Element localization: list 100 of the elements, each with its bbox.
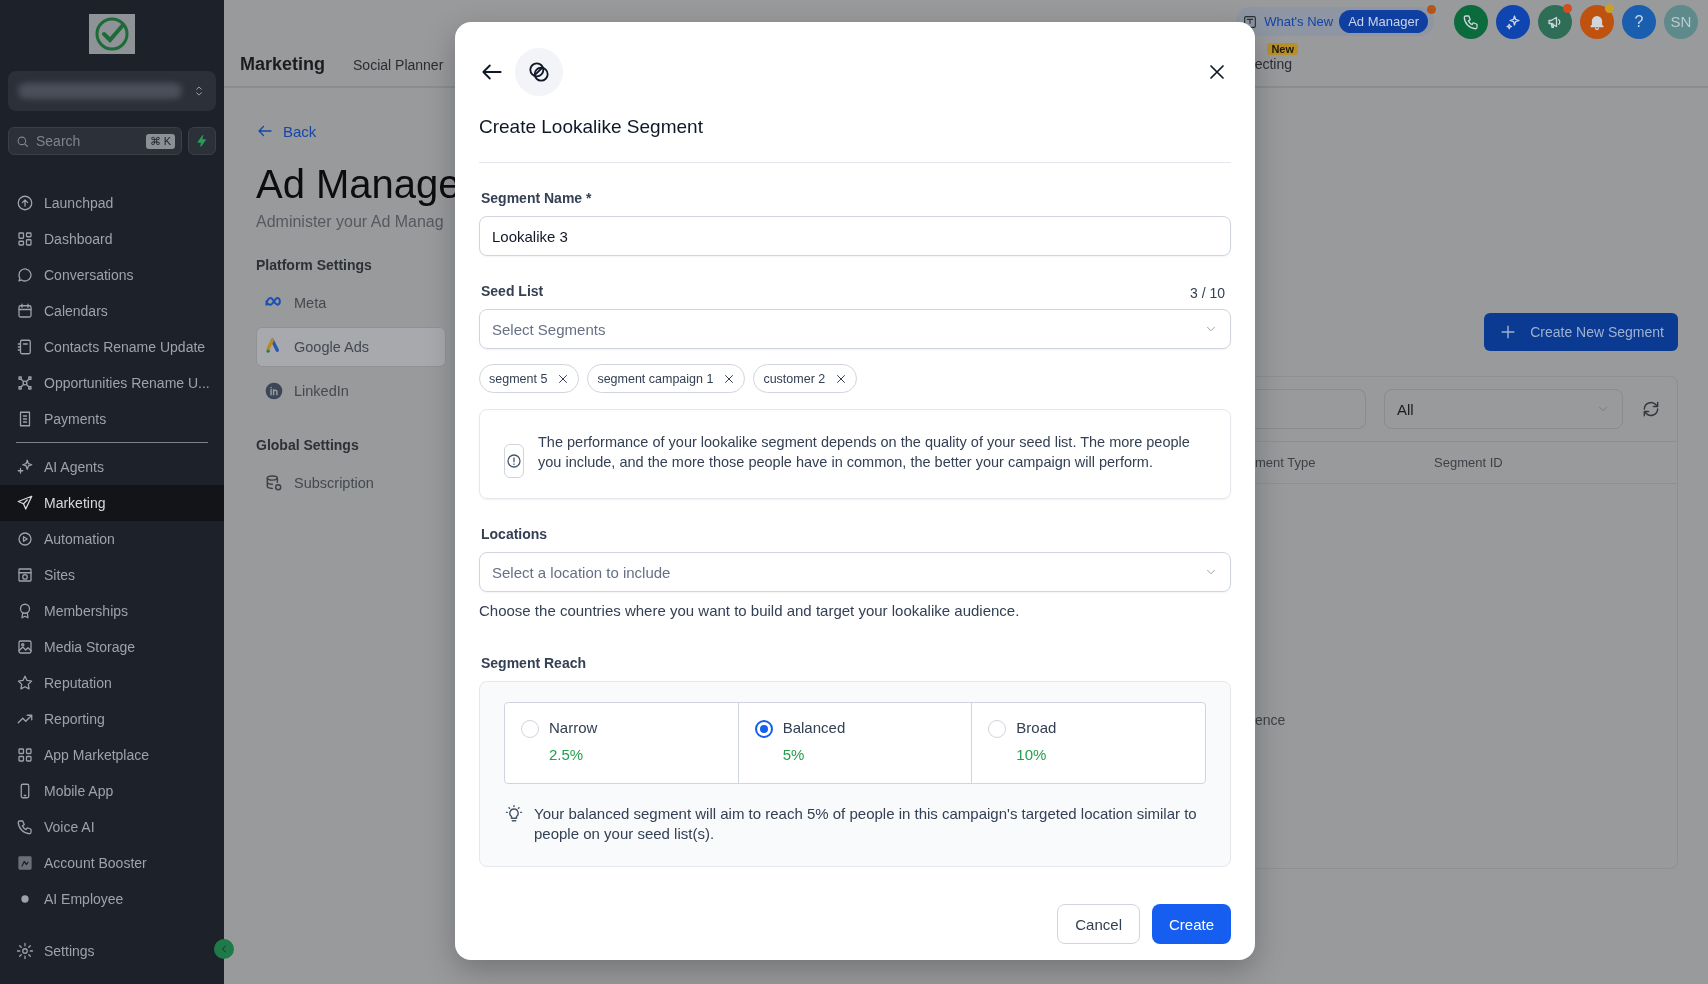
play-circle-icon bbox=[16, 530, 34, 548]
sidebar-item[interactable]: Payments bbox=[0, 401, 224, 437]
cancel-button[interactable]: Cancel bbox=[1057, 904, 1140, 944]
reach-option[interactable]: Balanced 5% bbox=[738, 703, 973, 783]
field-label: Segment Name * bbox=[481, 190, 593, 206]
sidebar-item[interactable]: Launchpad bbox=[0, 185, 224, 221]
sparkle-icon bbox=[1504, 12, 1522, 31]
chat-bubble-icon bbox=[16, 266, 34, 284]
chip-label: segment campaign 1 bbox=[597, 371, 714, 386]
platform-item[interactable]: Meta bbox=[256, 283, 446, 323]
section-title: Global Settings bbox=[256, 437, 360, 453]
light-bulb-icon bbox=[504, 804, 524, 824]
create-button[interactable]: Create bbox=[1151, 904, 1231, 944]
segment-name-field[interactable]: Lookalike 3 bbox=[479, 216, 1231, 256]
page-subtitle: Administer your Ad Manag bbox=[256, 213, 445, 231]
whats-new-pill[interactable]: What's New Ad Manager bbox=[1236, 7, 1434, 36]
sidebar-item[interactable]: Sites bbox=[0, 557, 224, 593]
sidebar-item[interactable]: Media Storage bbox=[0, 629, 224, 665]
sidebar-item[interactable]: Conversations bbox=[0, 257, 224, 293]
app-title: Marketing bbox=[240, 54, 326, 75]
platform-item[interactable]: Subscription bbox=[256, 463, 446, 503]
search-field[interactable]: Search ⌘ K bbox=[8, 127, 182, 155]
grid-icon bbox=[16, 746, 34, 764]
help-button[interactable]: ? bbox=[1622, 4, 1656, 39]
reach-option[interactable]: Broad 10% bbox=[972, 703, 1205, 783]
calendar-icon bbox=[16, 302, 34, 320]
bell-button[interactable] bbox=[1580, 4, 1614, 39]
reach-option[interactable]: Narrow 2.5% bbox=[505, 703, 739, 783]
quick-action-button[interactable] bbox=[188, 127, 216, 155]
chart-icon bbox=[16, 854, 34, 872]
sidebar-item[interactable]: Marketing bbox=[0, 485, 224, 521]
sparkle-icon bbox=[16, 458, 34, 476]
sidebar-item[interactable]: Contacts Rename Update bbox=[0, 329, 224, 365]
phone-button[interactable] bbox=[1454, 4, 1488, 39]
upload-circle-icon bbox=[16, 194, 34, 212]
database-icon bbox=[264, 473, 284, 493]
field-label: Seed List bbox=[481, 283, 544, 299]
refresh-button[interactable] bbox=[1641, 399, 1661, 419]
new-badge: New bbox=[1267, 43, 1298, 55]
sidebar-item[interactable]: Opportunities Rename U... bbox=[0, 365, 224, 401]
sidebar-item[interactable]: App Marketplace bbox=[0, 737, 224, 773]
shortcut-badge: ⌘ K bbox=[145, 133, 175, 149]
option-label: Narrow bbox=[549, 719, 598, 736]
section-title: Platform Settings bbox=[256, 257, 373, 273]
column-header: ment Type bbox=[1255, 455, 1317, 470]
seed-list-select[interactable]: Select Segments bbox=[479, 309, 1231, 349]
field-label: Locations bbox=[481, 526, 549, 542]
reach-percent: 5% bbox=[782, 746, 806, 763]
collapse-button[interactable] bbox=[214, 939, 234, 959]
chip-label: customer 2 bbox=[763, 371, 826, 386]
paper-plane-icon bbox=[16, 494, 34, 512]
chip-label: segment 5 bbox=[489, 371, 548, 386]
notification-dot bbox=[1563, 3, 1572, 13]
hint-text: Your balanced segment will aim to reach 5% of people in this campaign's targeted location similar to people on your seed list(s). bbox=[534, 804, 1198, 844]
sidebar-item[interactable]: Calendars bbox=[0, 293, 224, 329]
location-select[interactable]: Select a location to include bbox=[479, 552, 1231, 592]
sidebar-item[interactable]: Reporting bbox=[0, 701, 224, 737]
selection-count: 3 / 10 bbox=[1189, 285, 1225, 301]
notebook-icon bbox=[16, 338, 34, 356]
field-label: Segment Reach bbox=[481, 655, 588, 671]
lightning-icon bbox=[195, 134, 209, 148]
sidebar-item[interactable]: Mobile App bbox=[0, 773, 224, 809]
column-header: Segment ID bbox=[1434, 455, 1503, 470]
image-icon bbox=[16, 638, 34, 656]
modal-title: Create Lookalike Segment bbox=[479, 116, 704, 138]
type-select[interactable]: All bbox=[1384, 389, 1623, 429]
reach-percent: 2.5% bbox=[549, 746, 585, 763]
create-segment-button[interactable]: Create New Segment bbox=[1484, 313, 1678, 351]
table-cell: ence bbox=[1255, 712, 1286, 728]
reach-percent: 10% bbox=[1016, 746, 1048, 763]
logo-icon bbox=[89, 14, 135, 54]
sidebar-item[interactable]: Dashboard bbox=[0, 221, 224, 257]
sparkle-button[interactable] bbox=[1496, 4, 1530, 39]
sidebar-item[interactable]: Account Booster bbox=[0, 845, 224, 881]
platform-item[interactable]: LinkedIn bbox=[256, 371, 446, 411]
platform-item[interactable]: Google Ads bbox=[256, 327, 446, 367]
radio-button[interactable] bbox=[754, 720, 773, 738]
nodes-icon bbox=[16, 374, 34, 392]
settings-icon bbox=[16, 942, 34, 960]
info-icon bbox=[505, 452, 523, 470]
sidebar-item[interactable]: AI Agents bbox=[0, 449, 224, 485]
nav-tab[interactable]: Social Planner bbox=[353, 56, 444, 73]
dashboard-grid-icon bbox=[16, 230, 34, 248]
browser-icon bbox=[16, 566, 34, 584]
overlapping-circles-icon bbox=[526, 59, 552, 85]
account-switcher[interactable] bbox=[8, 71, 216, 111]
sidebar-item[interactable]: Memberships bbox=[0, 593, 224, 629]
phone-icon bbox=[1462, 12, 1480, 31]
notification-dot bbox=[1427, 5, 1436, 14]
info-text: The performance of your lookalike segment depends on the quality of your seed list. The more people you include, and the more those people have in common, the better your campaign will perform. bbox=[538, 433, 1190, 472]
current-page-badge: Ad Manager bbox=[1339, 10, 1428, 33]
sidebar-item[interactable]: AI Employee bbox=[0, 881, 224, 917]
sidebar-item[interactable]: Automation bbox=[0, 521, 224, 557]
sidebar-item[interactable]: Settings bbox=[0, 933, 107, 969]
sidebar-item[interactable]: Voice AI bbox=[0, 809, 224, 845]
star-icon bbox=[16, 674, 34, 692]
megaphone-button[interactable] bbox=[1538, 4, 1572, 39]
help-text: Choose the countries where you want to build and target your lookalike audience. bbox=[479, 602, 1021, 619]
sidebar-item[interactable]: Reputation bbox=[0, 665, 224, 701]
nav-tab[interactable]: ecting bbox=[1254, 56, 1292, 72]
